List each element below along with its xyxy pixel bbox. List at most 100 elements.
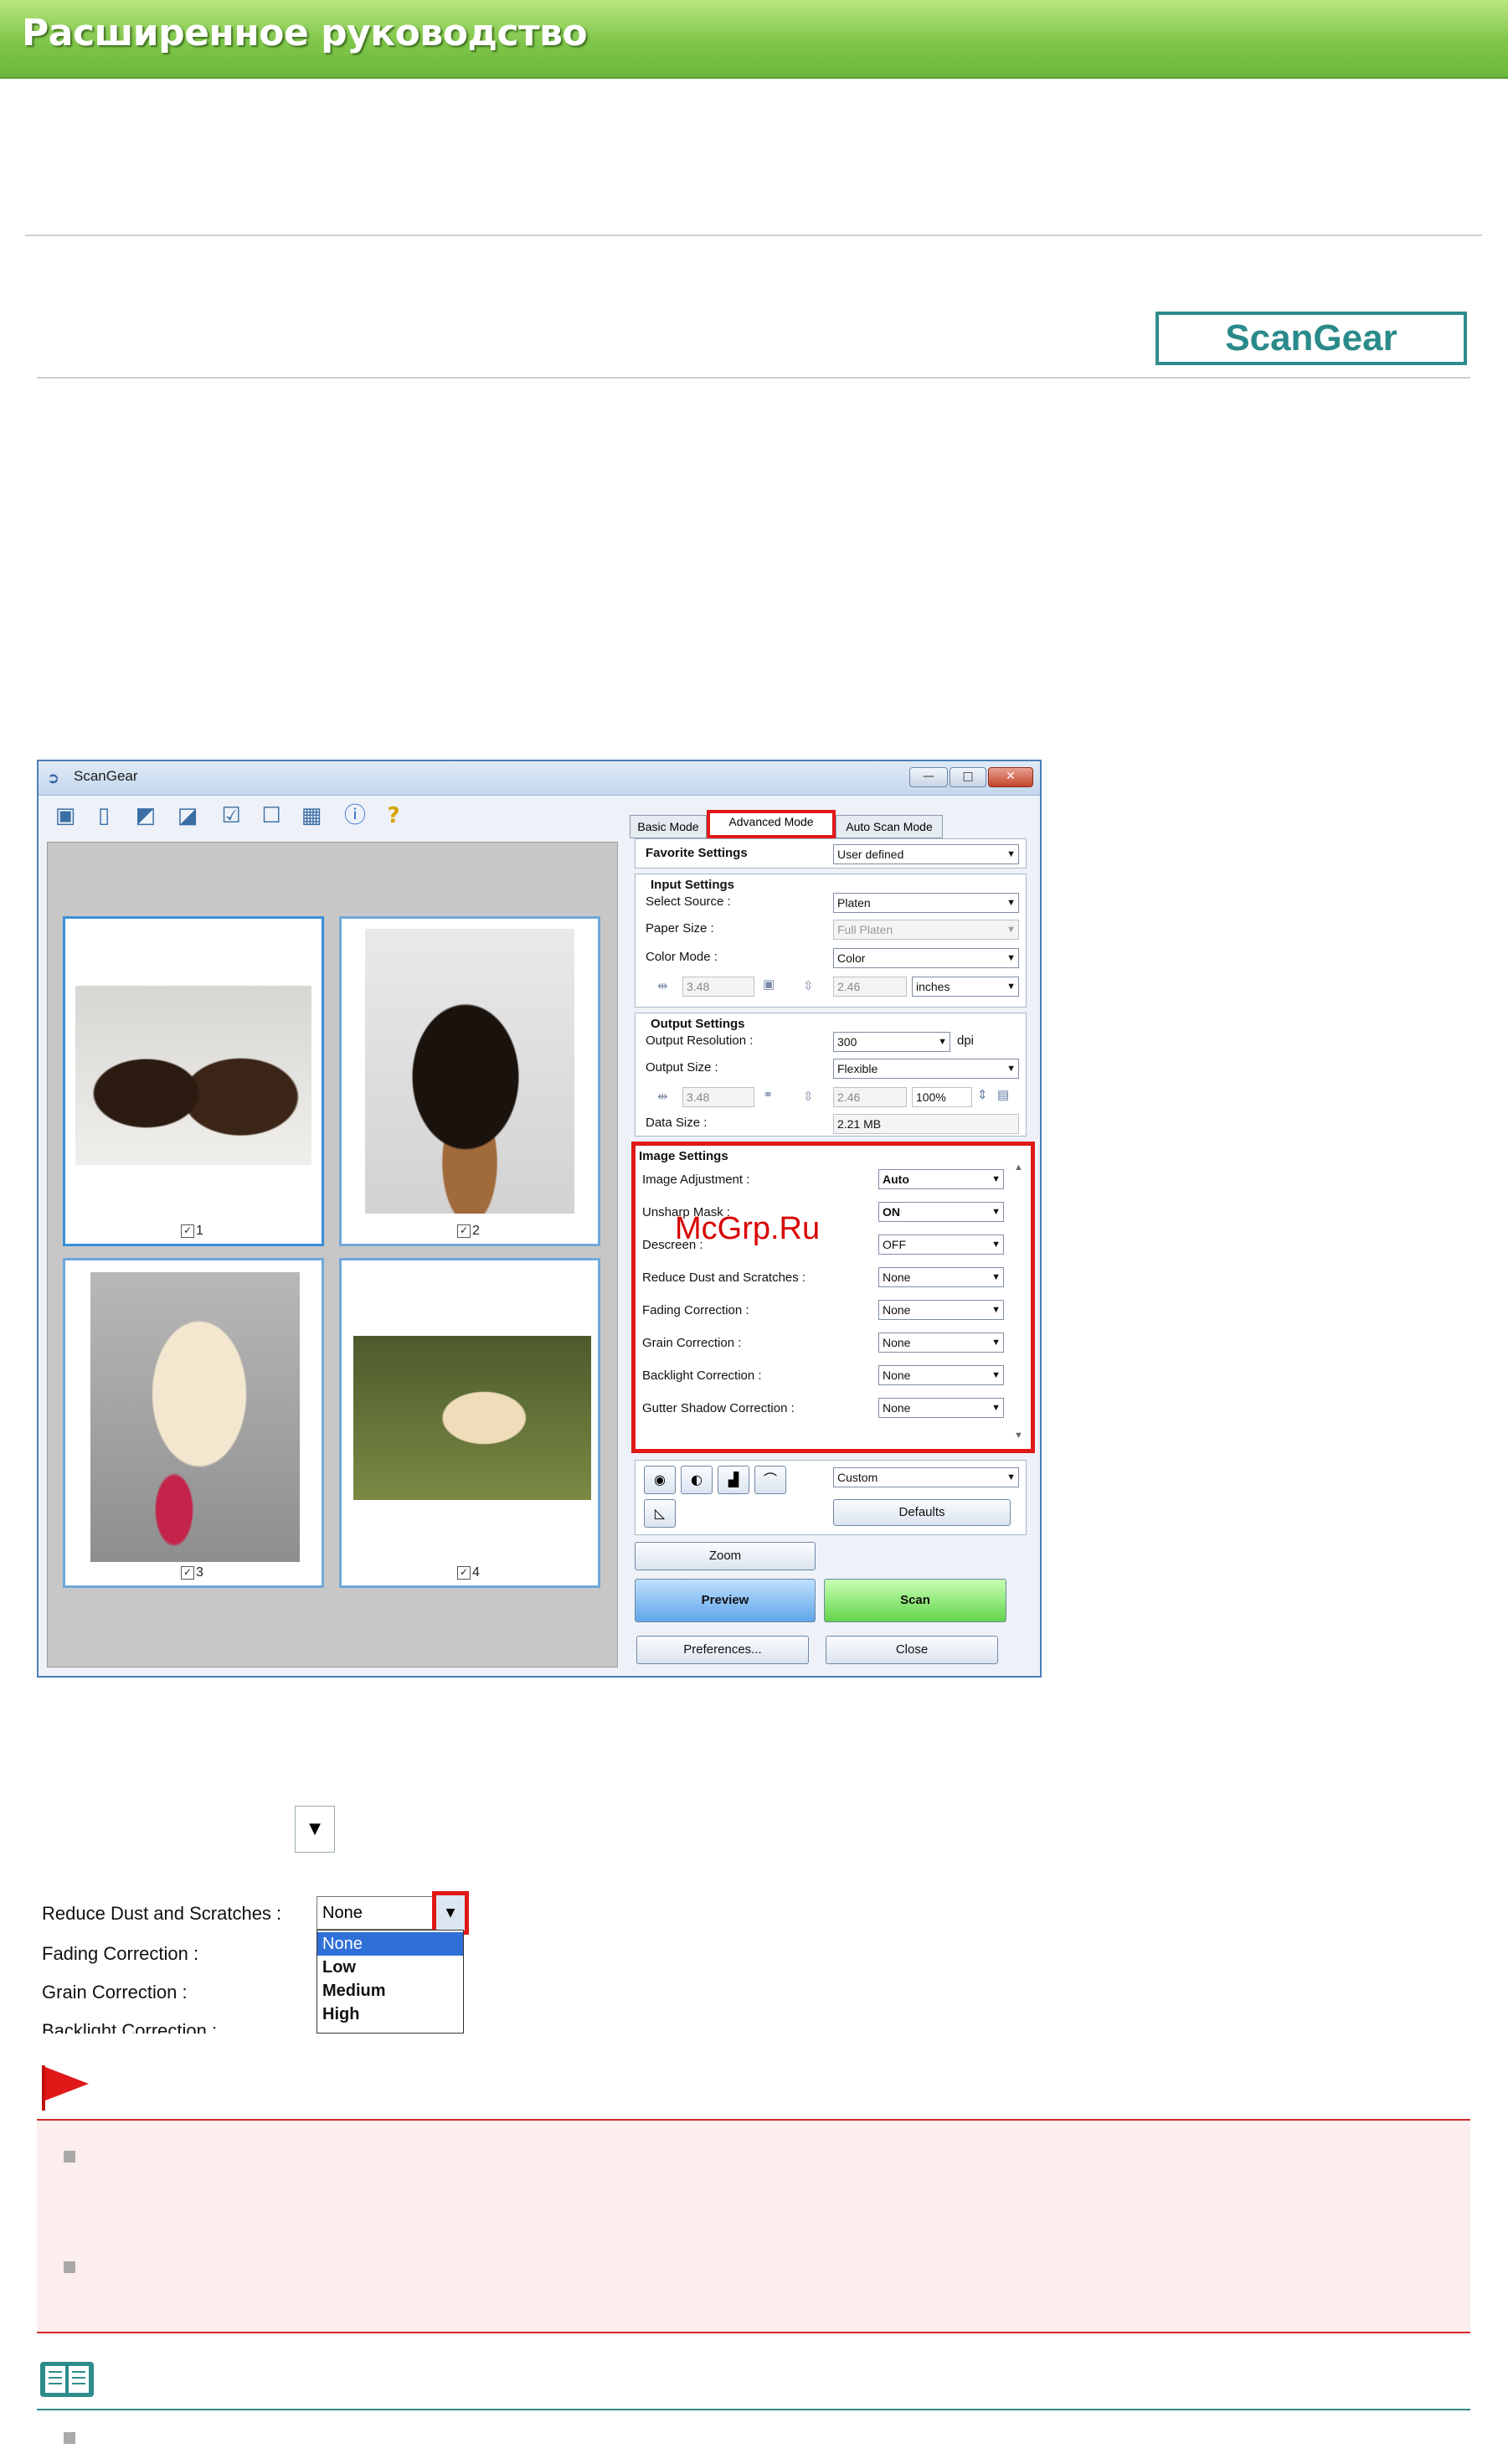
output-resolution-select[interactable]: 300 ▼: [833, 1032, 950, 1052]
height-icon: ⇳: [803, 979, 814, 993]
scroll-up-icon[interactable]: ▲: [1014, 1162, 1023, 1173]
color-mode-select[interactable]: Color ▼: [833, 948, 1019, 968]
thumbnail-4[interactable]: ✓ 4: [339, 1258, 600, 1588]
output-height-field[interactable]: 2.46: [833, 1087, 907, 1107]
auto-crop-icon[interactable]: ▣: [49, 800, 82, 832]
close-button[interactable]: Close: [826, 1636, 998, 1664]
scangear-badge[interactable]: ScanGear: [1155, 312, 1467, 365]
minimize-button[interactable]: —: [909, 767, 948, 787]
page-title: Расширенное руководство: [22, 12, 588, 54]
thumbnail-checkbox[interactable]: ✓ 3: [181, 1565, 203, 1580]
output-size-label: Output Size :: [646, 1060, 718, 1075]
threshold-icon[interactable]: ◺: [644, 1499, 676, 1528]
tab-advanced-mode[interactable]: Advanced Mode: [707, 810, 836, 838]
output-size-options-icon[interactable]: ▤: [997, 1087, 1009, 1102]
tab-basic-mode[interactable]: Basic Mode: [630, 815, 707, 838]
output-resolution-label: Output Resolution :: [646, 1034, 754, 1048]
dropdown-option[interactable]: None: [317, 1932, 463, 1956]
preview-area: ✓ 1 ✓ 2 ✓ 3 ✓ 4: [47, 842, 618, 1668]
preferences-button[interactable]: Preferences...: [636, 1636, 809, 1664]
dpi-label: dpi: [957, 1034, 975, 1048]
image-setting-select[interactable]: None ▼: [878, 1333, 1004, 1353]
toolbar: ▣ ▯ ◩ ◪ ☑ ☐ ▦ ⓘ ?: [39, 796, 621, 836]
chevron-down-icon: ▼: [295, 1806, 335, 1853]
help-icon[interactable]: ?: [377, 800, 410, 832]
image-settings-section: Image Settings Image Adjustment : Auto ▼ Un…: [631, 1142, 1035, 1453]
info-icon[interactable]: ⓘ: [338, 800, 372, 832]
demo-label: Grain Correction :: [42, 1982, 188, 2003]
demo-select[interactable]: None: [317, 1896, 434, 1930]
width-icon: ⇹: [657, 1090, 668, 1104]
divider: [25, 235, 1482, 236]
new-page-icon[interactable]: ▯: [87, 800, 121, 832]
output-width-field[interactable]: 3.48: [682, 1087, 754, 1107]
output-size-select[interactable]: Flexible ▼: [833, 1059, 1019, 1079]
data-size-value: 2.21 MB: [833, 1114, 1019, 1134]
demo-label: Reduce Dust and Scratches :: [42, 1903, 282, 1924]
favorite-settings-select[interactable]: User defined ▼: [833, 844, 1019, 864]
watermark: McGrp.Ru: [675, 1211, 821, 1246]
image-setting-label: Backlight Correction :: [642, 1369, 762, 1383]
output-settings-heading: Output Settings: [651, 1017, 745, 1031]
thumbnail-3[interactable]: ✓ 3: [63, 1258, 324, 1588]
window-titlebar: ➲ ScanGear — □ ✕: [39, 761, 1040, 796]
chevron-down-icon: ▼: [991, 1240, 1001, 1250]
defaults-button[interactable]: Defaults: [833, 1499, 1011, 1526]
input-height-field[interactable]: 2.46: [833, 977, 907, 997]
dropdown-arrow-button[interactable]: ▼: [432, 1891, 469, 1935]
check-all-icon[interactable]: ☑: [214, 800, 248, 832]
tone-preset-select[interactable]: Custom ▼: [833, 1467, 1019, 1487]
scroll-down-icon[interactable]: ▼: [1014, 1430, 1023, 1441]
paper-size-label: Paper Size :: [646, 921, 714, 936]
image-setting-select[interactable]: Auto ▼: [878, 1169, 1004, 1189]
uncheck-all-icon[interactable]: ☐: [255, 800, 288, 832]
input-width-field[interactable]: 3.48: [682, 977, 754, 997]
tone-curve-icon[interactable]: ⌒: [754, 1466, 786, 1494]
scan-button[interactable]: Scan: [824, 1579, 1006, 1622]
brightness-contrast-icon[interactable]: ◐: [681, 1466, 713, 1494]
image-setting-label: Grain Correction :: [642, 1336, 742, 1350]
dropdown-option[interactable]: High: [317, 2003, 463, 2026]
select-source-select[interactable]: Platen ▼: [833, 893, 1019, 913]
scale-field[interactable]: 100%: [912, 1087, 972, 1107]
scanner-icon: ➲: [47, 770, 60, 787]
demo-label: Fading Correction :: [42, 1943, 199, 1964]
image-setting-label: Image Adjustment :: [642, 1173, 750, 1187]
zoom-button[interactable]: Zoom: [635, 1542, 816, 1570]
image-setting-select[interactable]: None ▼: [878, 1398, 1004, 1418]
unit-select[interactable]: inches ▼: [912, 977, 1019, 997]
divider: [37, 377, 1470, 379]
bullet: [64, 2432, 75, 2444]
histogram-icon[interactable]: ▟: [718, 1466, 749, 1494]
dropdown-option[interactable]: Low: [317, 1956, 463, 1979]
window-title: ScanGear: [74, 768, 138, 784]
image-setting-select[interactable]: OFF ▼: [878, 1235, 1004, 1255]
preview-button[interactable]: Preview: [635, 1579, 816, 1622]
close-window-button[interactable]: ✕: [988, 767, 1033, 787]
width-icon: ⇹: [657, 979, 668, 993]
rotate-right-icon[interactable]: ◪: [171, 800, 204, 832]
image-settings-heading: Image Settings: [639, 1149, 728, 1163]
scale-stepper-icon[interactable]: ⇕: [977, 1087, 988, 1102]
thumbnail-checkbox[interactable]: ✓ 1: [181, 1224, 203, 1239]
thumbnail-checkbox[interactable]: ✓ 2: [457, 1224, 480, 1239]
thumbnail-checkbox[interactable]: ✓ 4: [457, 1565, 480, 1580]
important-box: [37, 2119, 1470, 2333]
thumbnail-view-icon[interactable]: ▦: [295, 800, 328, 832]
link-icon[interactable]: ⚭: [763, 1087, 774, 1102]
chevron-down-icon: ▼: [991, 1272, 1001, 1282]
dropdown-option[interactable]: Medium: [317, 1979, 463, 2003]
thumbnail-1[interactable]: ✓ 1: [63, 916, 324, 1246]
paper-size-select[interactable]: Full Platen ▼: [833, 920, 1019, 940]
photo-labrador: [90, 1272, 300, 1562]
tab-auto-scan-mode[interactable]: Auto Scan Mode: [836, 815, 943, 838]
thumbnail-2[interactable]: ✓ 2: [339, 916, 600, 1246]
aspect-lock-icon[interactable]: ▣: [763, 977, 775, 992]
image-setting-select[interactable]: None ▼: [878, 1267, 1004, 1287]
rotate-left-icon[interactable]: ◩: [129, 800, 162, 832]
maximize-button[interactable]: □: [950, 767, 986, 787]
saturation-icon[interactable]: ◉: [644, 1466, 676, 1494]
image-setting-select[interactable]: ON ▼: [878, 1202, 1004, 1222]
image-setting-select[interactable]: None ▼: [878, 1300, 1004, 1320]
image-setting-select[interactable]: None ▼: [878, 1365, 1004, 1385]
